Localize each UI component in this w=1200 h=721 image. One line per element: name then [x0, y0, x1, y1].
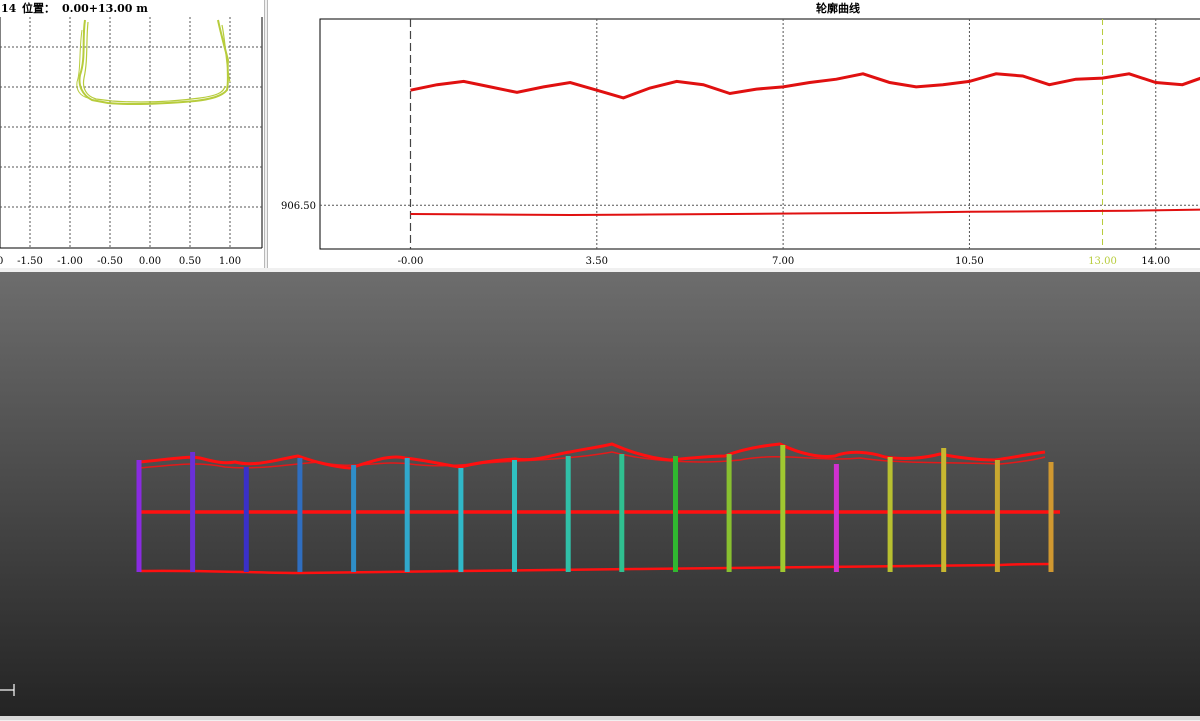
x-tick-label: 1.00 — [219, 256, 241, 267]
header-position: 0.00+13.00 m — [62, 2, 148, 15]
section-post[interactable] — [727, 454, 732, 572]
section-post[interactable] — [137, 460, 142, 572]
section-post[interactable] — [351, 465, 356, 572]
x-tick-label: 0.00 — [139, 256, 161, 267]
cross-section-posts — [137, 445, 1054, 572]
section-post[interactable] — [673, 456, 678, 572]
y-tick-label: 906.50 — [281, 201, 316, 212]
section-post[interactable] — [941, 448, 946, 572]
profile-curve-chart: 轮廓曲线 -0.00 3.50 7.00 10.50 13.00 14.00 906.50 — [268, 0, 1200, 268]
section-post[interactable] — [995, 460, 1000, 572]
section-post[interactable] — [512, 460, 517, 572]
upper-profile-curve — [411, 74, 1200, 98]
lower-profile-curve — [411, 210, 1200, 215]
profile-curve-panel: 轮廓曲线 -0.00 3.50 7.00 10.50 13.00 14.00 906.50 — [267, 0, 1200, 268]
tunnel-model-view[interactable] — [0, 272, 1200, 716]
tunnel-profile-lines — [140, 444, 1060, 573]
x-tick-label: 7.00 — [772, 256, 794, 267]
section-post[interactable] — [566, 456, 571, 572]
section-post[interactable] — [405, 458, 410, 572]
x-tick-label: -0.00 — [398, 256, 424, 267]
x-tick-label: 0.50 — [179, 256, 201, 267]
section-post[interactable] — [834, 464, 839, 572]
x-tick-label: -1.50 — [17, 256, 43, 267]
section-post[interactable] — [458, 468, 463, 572]
section-post[interactable] — [619, 454, 624, 572]
axis-gizmo-icon — [0, 684, 14, 696]
section-post[interactable] — [297, 458, 302, 572]
x-tick-label: 13.00 — [1088, 256, 1117, 267]
header-index: 14 — [1, 2, 17, 15]
x-tick-label: 10.50 — [955, 256, 984, 267]
x-tick-label: -0.50 — [97, 256, 123, 267]
header-label: 位置： — [22, 1, 55, 15]
section-post[interactable] — [888, 457, 893, 572]
x-tick-label: -1.00 — [57, 256, 83, 267]
x-tick-label: 3.50 — [586, 256, 608, 267]
cross-section-plot: 14 位置： 0.00+13.00 m 0 -1.50 -1.00 -0.50 … — [0, 0, 264, 268]
status-strip — [0, 716, 1200, 720]
cross-section-outline — [77, 20, 230, 104]
grid-lines — [0, 17, 262, 248]
chart-title: 轮廓曲线 — [816, 1, 860, 15]
x-tick-label: 0 — [0, 256, 3, 267]
x-tick-labels: 0 -1.50 -1.00 -0.50 0.00 0.50 1.00 — [0, 256, 241, 267]
x-tick-label: 14.00 — [1141, 256, 1170, 267]
section-post[interactable] — [1049, 462, 1054, 572]
3d-viewport[interactable] — [0, 272, 1200, 716]
section-post[interactable] — [780, 445, 785, 572]
profile-curves — [411, 74, 1200, 215]
cross-section-panel: 14 位置： 0.00+13.00 m 0 -1.50 -1.00 -0.50 … — [0, 0, 265, 268]
section-post[interactable] — [244, 467, 249, 572]
section-post[interactable] — [190, 452, 195, 572]
